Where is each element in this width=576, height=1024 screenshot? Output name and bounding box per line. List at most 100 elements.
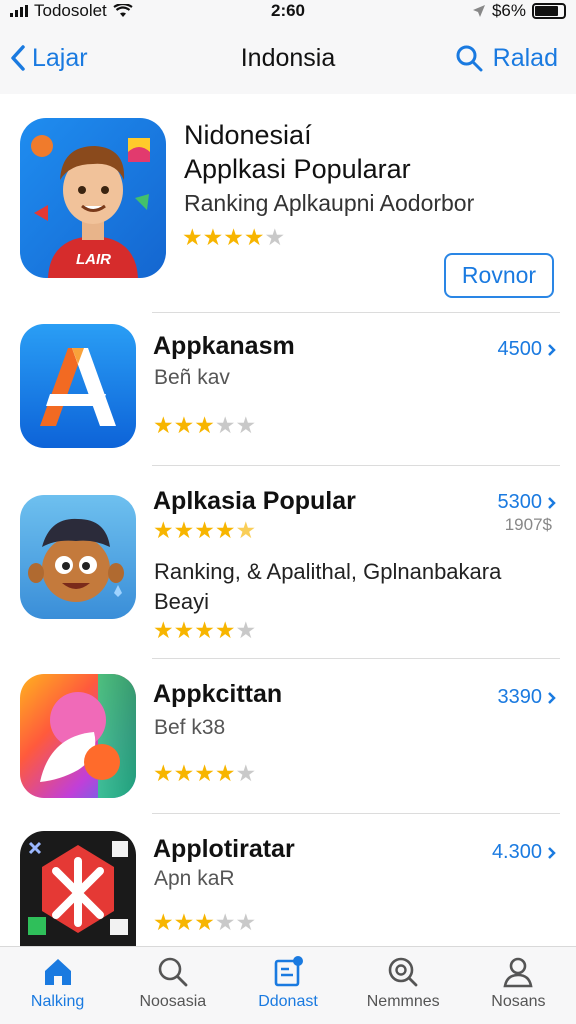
chevron-right-icon bbox=[548, 691, 556, 704]
star-icon: ★ bbox=[153, 412, 174, 438]
home-icon bbox=[44, 959, 71, 985]
list-item[interactable]: Appkanasm Beñ kav ★ ★ ★ ★ ★ 4500 bbox=[0, 312, 576, 467]
star-icon: ★ bbox=[173, 760, 195, 786]
tab-label: Nosans bbox=[491, 993, 546, 1010]
star-icon: ★ bbox=[194, 760, 215, 786]
star-icon: ★ bbox=[235, 517, 257, 543]
tab-nosans[interactable]: Nosans bbox=[461, 947, 576, 1024]
star-icon: ★ bbox=[264, 224, 286, 250]
tab-nalking[interactable]: Nalking bbox=[0, 947, 115, 1024]
star-icon: ★ bbox=[214, 412, 236, 438]
star-icon: ★ bbox=[235, 412, 257, 438]
location-arrow-icon bbox=[472, 5, 485, 17]
search-icon bbox=[158, 957, 188, 987]
star-icon: ★ bbox=[153, 760, 174, 786]
featured-title: Nidonesiaí Applkasi Popularar bbox=[184, 118, 411, 186]
price-label: 4500 bbox=[497, 338, 543, 360]
list-item[interactable]: Applotiratar Apn kaR ★ ★ ★ ★ ★ 4.300 bbox=[0, 813, 576, 946]
divider bbox=[152, 312, 560, 313]
star-icon: ★ bbox=[194, 909, 215, 935]
star-icon: ★ bbox=[235, 617, 257, 643]
app-icon-appkanasm[interactable] bbox=[20, 324, 136, 448]
tab-bar: Nalking Noosasia Ddonast Nemmnes Nosans bbox=[0, 946, 576, 1024]
chevron-right-icon bbox=[548, 343, 556, 356]
star-icon: ★ bbox=[214, 760, 236, 786]
star-icon: ★ bbox=[214, 909, 236, 935]
svg-text:LAIR: LAIR bbox=[76, 251, 111, 268]
battery-icon bbox=[532, 3, 566, 19]
price-label: 3390 bbox=[497, 686, 543, 708]
tab-noosasia[interactable]: Noosasia bbox=[115, 947, 230, 1024]
price-label: 5300 bbox=[497, 491, 543, 513]
price-button[interactable]: 5300 bbox=[498, 491, 557, 514]
tab-ddonast[interactable]: Ddonast bbox=[230, 947, 345, 1024]
star-icon: ★ bbox=[173, 412, 195, 438]
status-bar: Todosolet 2:60 $6% bbox=[0, 0, 576, 22]
app-subtitle: Apn kaR bbox=[154, 867, 235, 890]
star-icon: ★ bbox=[194, 412, 215, 438]
carrier-label: Todosolet bbox=[34, 1, 107, 20]
battery-percent: $6% bbox=[491, 1, 526, 20]
app-icon-appkcittan[interactable] bbox=[20, 674, 136, 798]
signal-icon bbox=[10, 5, 28, 17]
star-icon: ★ bbox=[194, 617, 215, 643]
star-icon: ★ bbox=[223, 224, 244, 250]
back-label: Lajar bbox=[32, 43, 88, 72]
tab-label: Nalking bbox=[30, 993, 85, 1010]
star-icon: ★ bbox=[214, 517, 236, 543]
app-rating: ★ ★ ★ ★ ★ bbox=[153, 617, 257, 643]
wifi-icon bbox=[113, 4, 133, 17]
divider bbox=[152, 658, 560, 659]
tab-label: Nemmnes bbox=[366, 993, 440, 1010]
star-icon: ★ bbox=[194, 517, 215, 543]
divider bbox=[152, 465, 560, 466]
star-icon: ★ bbox=[202, 224, 224, 250]
app-icon-applotiratar[interactable] bbox=[20, 831, 136, 946]
star-icon: ★ bbox=[182, 224, 203, 250]
chevron-right-icon bbox=[548, 846, 556, 859]
app-title: Appkanasm bbox=[153, 332, 295, 360]
app-rating: ★ ★ ★ ★ ★ bbox=[153, 760, 257, 786]
nav-bar: Lajar Indonsia Ralad bbox=[0, 22, 576, 94]
star-icon: ★ bbox=[235, 760, 257, 786]
divider bbox=[152, 813, 560, 814]
app-icon-aplkasia-popular[interactable] bbox=[20, 495, 136, 619]
chevron-right-icon bbox=[548, 496, 556, 509]
price-label: 4.300 bbox=[491, 841, 542, 863]
tab-nemmnes[interactable]: Nemmnes bbox=[346, 947, 461, 1024]
app-title: Appkcittan bbox=[153, 680, 283, 708]
star-icon: ★ bbox=[235, 909, 257, 935]
star-icon: ★ bbox=[214, 617, 236, 643]
list-item[interactable]: Aplkasia Popular ★ ★ ★ ★ ★ 5300 1907$ Rankin… bbox=[0, 465, 576, 658]
featured-app-icon[interactable]: LAIR bbox=[20, 118, 166, 278]
featured-title-line1: Nidonesiaí bbox=[184, 120, 312, 150]
star-icon: ★ bbox=[243, 224, 265, 250]
search-button[interactable]: Ralad bbox=[455, 44, 558, 73]
status-left: Todosolet bbox=[10, 1, 133, 21]
featured-title-line2: Applkasi Popularar bbox=[184, 154, 411, 184]
app-title: Aplkasia Popular bbox=[153, 487, 356, 515]
price-button[interactable]: 4.300 bbox=[492, 841, 556, 864]
status-time: 2:60 bbox=[270, 1, 306, 20]
list-item[interactable]: Appkcittan Bef k38 ★ ★ ★ ★ ★ 3390 bbox=[0, 658, 576, 813]
apps-badge-icon bbox=[274, 956, 303, 987]
tab-label: Ddonast bbox=[258, 993, 318, 1010]
app-rating: ★ ★ ★ ★ ★ bbox=[153, 909, 257, 935]
app-rating-top: ★ ★ ★ ★ ★ bbox=[153, 517, 257, 543]
star-icon: ★ bbox=[153, 909, 174, 935]
star-icon: ★ bbox=[173, 617, 195, 643]
chevron-left-icon bbox=[11, 45, 25, 71]
search-label: Ralad bbox=[492, 43, 558, 72]
featured-subtitle: Ranking Aplkaupni Aodorbor bbox=[184, 190, 475, 216]
star-icon: ★ bbox=[173, 909, 195, 935]
back-button[interactable]: Lajar bbox=[10, 44, 88, 73]
search-icon bbox=[456, 45, 483, 72]
app-title: Applotiratar bbox=[153, 835, 295, 863]
price-button[interactable]: 3390 bbox=[498, 686, 557, 709]
featured-rating: ★ ★ ★ ★ ★ bbox=[182, 224, 286, 250]
featured-app[interactable]: LAIR Nidonesiaí Applkasi Popularar Ranki… bbox=[0, 108, 576, 313]
price-button[interactable]: 4500 bbox=[498, 338, 557, 361]
featured-action-button[interactable]: Rovnor bbox=[444, 253, 554, 298]
person-icon bbox=[503, 957, 533, 988]
app-description: Ranking, & Apalithal, Gplnanbakara Beayi bbox=[154, 559, 502, 614]
